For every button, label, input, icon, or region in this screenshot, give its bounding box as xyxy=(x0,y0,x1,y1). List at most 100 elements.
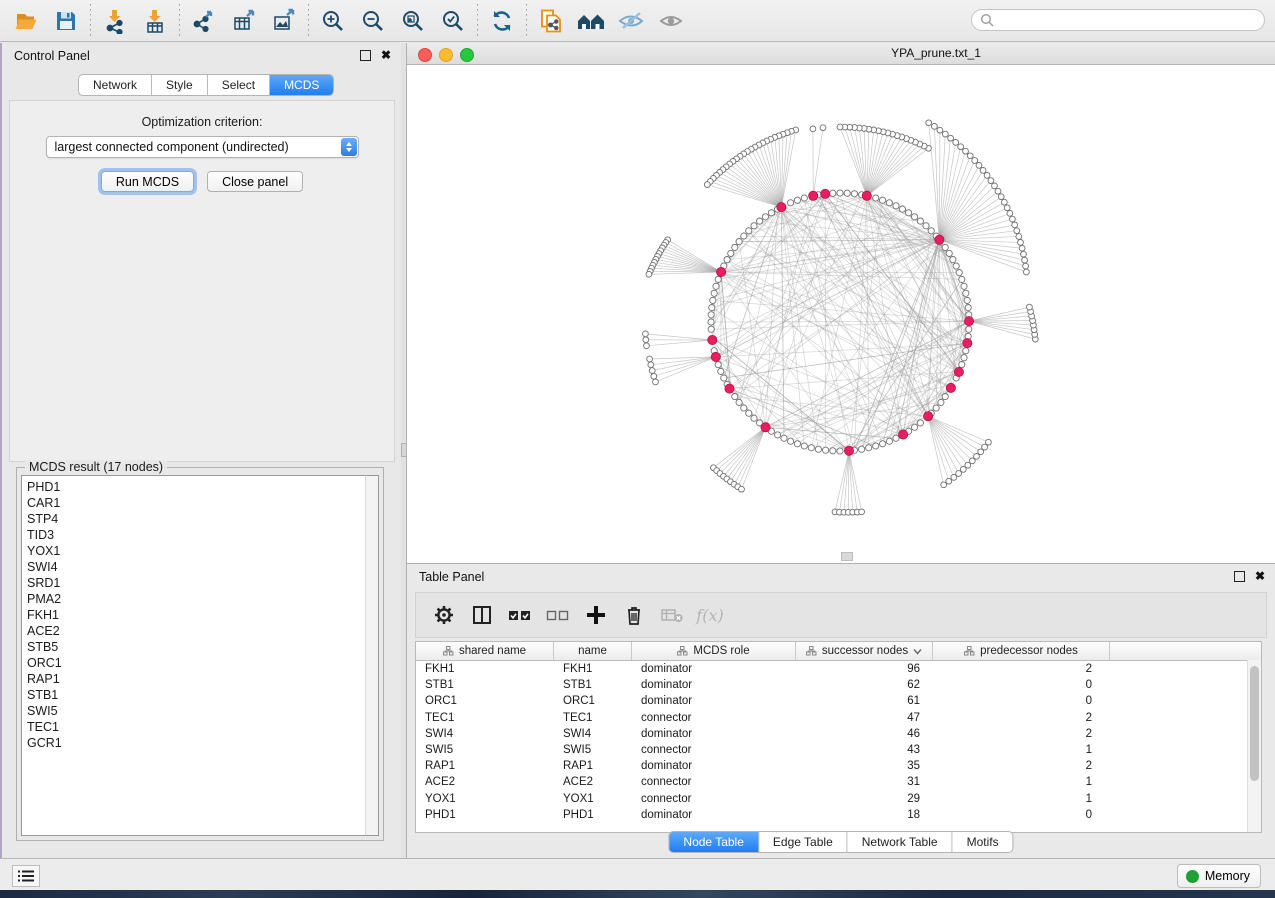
duplicate-network-button[interactable] xyxy=(531,3,571,39)
cell-predecessor-nodes: 2 xyxy=(933,728,1110,740)
column-header-name[interactable]: name xyxy=(554,642,632,660)
delete-table-button[interactable] xyxy=(656,598,688,632)
tab-edge-table[interactable]: Edge Table xyxy=(759,832,848,852)
create-column-button[interactable] xyxy=(580,598,612,632)
task-history-button[interactable] xyxy=(12,865,40,887)
float-panel-icon[interactable] xyxy=(360,50,371,61)
search-icon xyxy=(980,13,994,27)
mcds-node-label[interactable]: SWI5 xyxy=(27,703,367,719)
cell-successor-nodes: 47 xyxy=(796,712,933,724)
delete-columns-button[interactable] xyxy=(618,598,650,632)
import-network-button[interactable] xyxy=(95,3,135,39)
apply-style-button[interactable] xyxy=(482,3,522,39)
zoom-selected-icon xyxy=(440,8,466,34)
show-graphics-details-button[interactable] xyxy=(651,3,691,39)
cell-predecessor-nodes: 0 xyxy=(933,809,1110,821)
close-panel-button[interactable]: Close panel xyxy=(207,171,303,192)
column-header-shared-name[interactable]: shared name xyxy=(416,642,554,660)
table-row[interactable]: YOX1 YOX1 connector 29 1 xyxy=(416,791,1261,807)
function-builder-button[interactable]: f(x) xyxy=(694,598,726,632)
save-session-button[interactable] xyxy=(46,3,86,39)
search-input[interactable] xyxy=(999,12,1256,28)
zoom-fit-button[interactable] xyxy=(393,3,433,39)
tab-style[interactable]: Style xyxy=(152,75,208,95)
mcds-node-label[interactable]: STB5 xyxy=(27,639,367,655)
mcds-node-label[interactable]: ACE2 xyxy=(27,623,367,639)
status-bar: Memory xyxy=(0,858,1275,891)
mcds-result-list[interactable]: PHD1CAR1STP4TID3YOX1SWI4SRD1PMA2FKH1ACE2… xyxy=(21,475,367,836)
mcds-node-label[interactable]: YOX1 xyxy=(27,543,367,559)
mcds-list-scrollbar[interactable] xyxy=(365,475,379,836)
cell-predecessor-nodes: 2 xyxy=(933,760,1110,772)
scrollbar-thumb[interactable] xyxy=(1250,666,1259,781)
mcds-node-label[interactable]: TEC1 xyxy=(27,719,367,735)
run-mcds-button[interactable]: Run MCDS xyxy=(101,171,194,192)
column-header-successor-nodes[interactable]: successor nodes xyxy=(796,642,933,660)
open-session-button[interactable] xyxy=(6,3,46,39)
table-row[interactable]: ORC1 ORC1 dominator 61 0 xyxy=(416,693,1261,709)
export-table-button[interactable] xyxy=(224,3,264,39)
show-columns-button[interactable] xyxy=(466,598,498,632)
tab-network-table[interactable]: Network Table xyxy=(848,832,953,852)
zoom-selected-button[interactable] xyxy=(433,3,473,39)
zoom-in-button[interactable] xyxy=(313,3,353,39)
toolbar-separator xyxy=(308,4,309,38)
table-settings-button[interactable] xyxy=(428,598,460,632)
zoom-out-button[interactable] xyxy=(353,3,393,39)
mcds-node-label[interactable]: SWI4 xyxy=(27,559,367,575)
network-canvas[interactable] xyxy=(407,65,1275,562)
horizontal-splitter-grip[interactable] xyxy=(841,552,853,561)
toolbar-separator xyxy=(179,4,180,38)
column-header-predecessor-nodes[interactable]: predecessor nodes xyxy=(933,642,1110,660)
table-row[interactable]: STB1 STB1 dominator 62 0 xyxy=(416,677,1261,693)
export-image-button[interactable] xyxy=(264,3,304,39)
mcds-node-label[interactable]: STP4 xyxy=(27,511,367,527)
open-folder-icon xyxy=(13,8,39,34)
table-row[interactable]: ACE2 ACE2 connector 31 1 xyxy=(416,774,1261,790)
table-header-row: shared name name MCDS role successor nod… xyxy=(416,642,1261,661)
tab-mcds[interactable]: MCDS xyxy=(270,75,333,95)
namespace-icon xyxy=(964,646,975,656)
mcds-node-label[interactable]: PHD1 xyxy=(27,479,367,495)
desktop-background xyxy=(0,890,1275,898)
table-row[interactable]: PHD1 PHD1 dominator 18 0 xyxy=(416,807,1261,823)
column-header-mcds-role[interactable]: MCDS role xyxy=(632,642,796,660)
mcds-node-label[interactable]: SRD1 xyxy=(27,575,367,591)
zoom-in-icon xyxy=(320,8,346,34)
mcds-node-label[interactable]: STB1 xyxy=(27,687,367,703)
deselect-all-button[interactable] xyxy=(542,598,574,632)
cell-shared-name: YOX1 xyxy=(416,793,554,805)
export-network-button[interactable] xyxy=(184,3,224,39)
table-row[interactable]: SWI4 SWI4 dominator 46 2 xyxy=(416,726,1261,742)
optimization-criterion-select[interactable]: largest connected component (undirected) xyxy=(46,136,359,158)
import-table-button[interactable] xyxy=(135,3,175,39)
close-panel-icon[interactable]: ✖ xyxy=(1255,570,1265,582)
mcds-node-label[interactable]: FKH1 xyxy=(27,607,367,623)
table-row[interactable]: FKH1 FKH1 dominator 96 2 xyxy=(416,661,1261,677)
close-panel-icon[interactable]: ✖ xyxy=(381,49,391,61)
tab-motifs[interactable]: Motifs xyxy=(953,832,1013,852)
node-table: shared name name MCDS role successor nod… xyxy=(415,641,1262,833)
hide-graphics-details-button[interactable] xyxy=(611,3,651,39)
mcds-node-label[interactable]: RAP1 xyxy=(27,671,367,687)
memory-button[interactable]: Memory xyxy=(1177,864,1261,888)
mcds-node-label[interactable]: PMA2 xyxy=(27,591,367,607)
table-row[interactable]: RAP1 RAP1 dominator 35 2 xyxy=(416,758,1261,774)
cell-mcds-role: dominator xyxy=(632,728,796,740)
network-canvas-svg[interactable] xyxy=(407,65,1275,562)
tab-node-table[interactable]: Node Table xyxy=(669,832,759,852)
table-tabs: Node Table Edge Table Network Table Moti… xyxy=(668,831,1013,853)
mcds-node-label[interactable]: TID3 xyxy=(27,527,367,543)
mcds-node-label[interactable]: CAR1 xyxy=(27,495,367,511)
float-panel-icon[interactable] xyxy=(1234,571,1245,582)
tab-network[interactable]: Network xyxy=(79,75,152,95)
select-all-button[interactable] xyxy=(504,598,536,632)
mcds-node-label[interactable]: GCR1 xyxy=(27,735,367,751)
network-titlebar: YPA_prune.txt_1 xyxy=(407,43,1275,65)
table-scrollbar[interactable] xyxy=(1247,660,1261,832)
table-row[interactable]: SWI5 SWI5 connector 43 1 xyxy=(416,742,1261,758)
tab-select[interactable]: Select xyxy=(208,75,270,95)
mcds-node-label[interactable]: ORC1 xyxy=(27,655,367,671)
table-row[interactable]: TEC1 TEC1 connector 47 2 xyxy=(416,710,1261,726)
first-neighbors-button[interactable] xyxy=(571,3,611,39)
